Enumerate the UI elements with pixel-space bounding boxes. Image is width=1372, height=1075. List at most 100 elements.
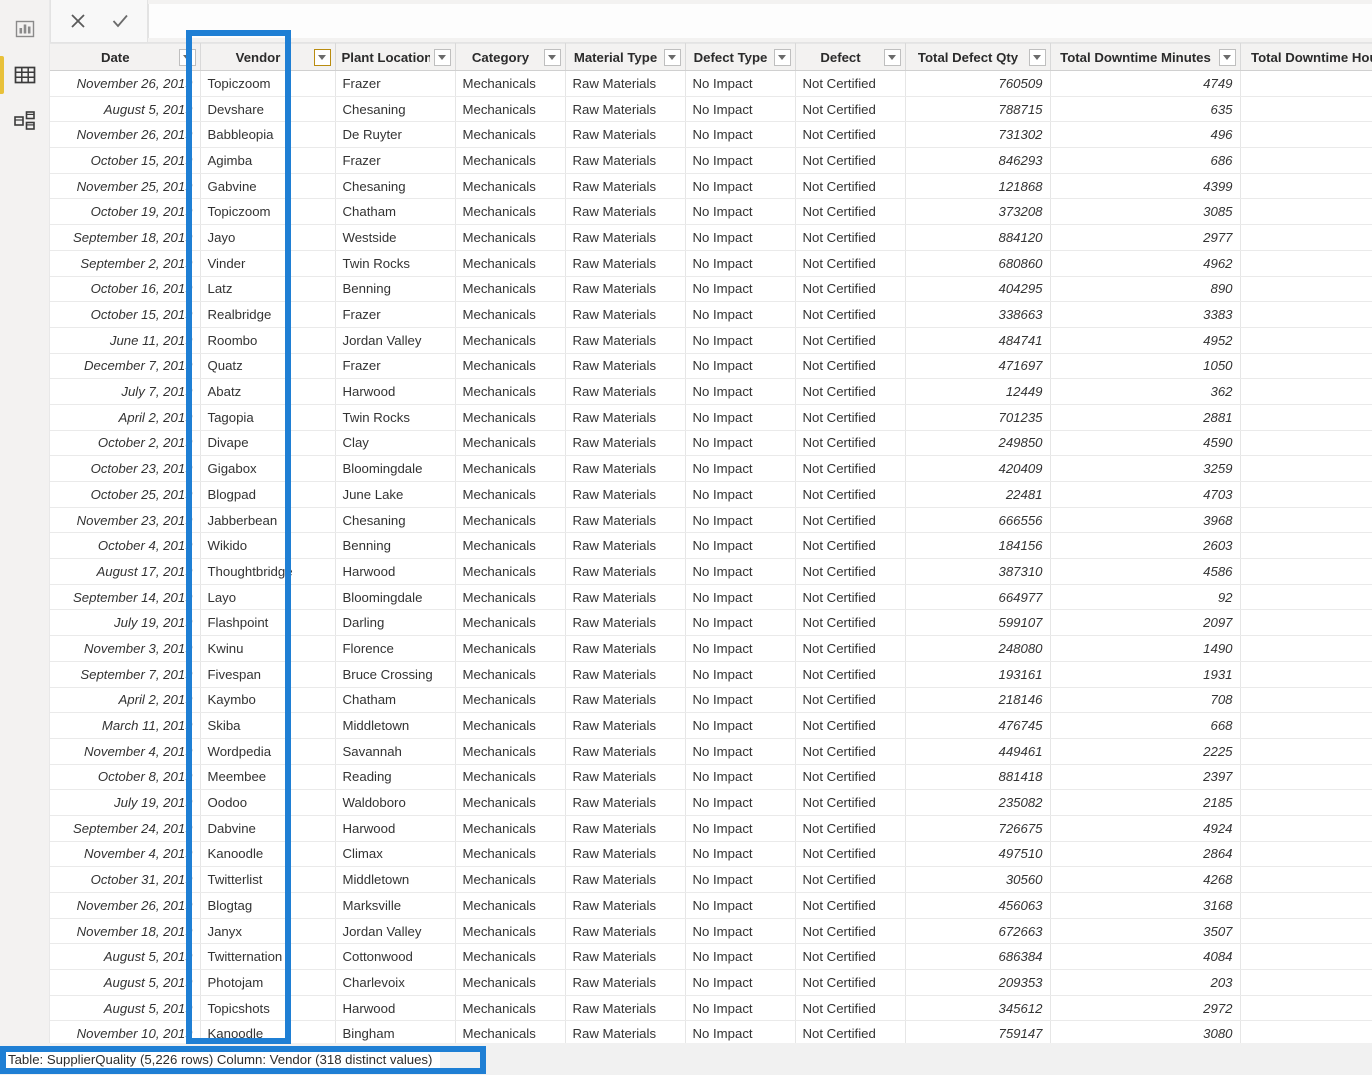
cell-mat[interactable]: Raw Materials [565, 404, 686, 431]
cell-date[interactable]: June 11, 2019 [50, 327, 201, 354]
table-row[interactable]: July 19, 2019 Oodoo Waldoboro Mechanicals Ra… [50, 789, 1372, 816]
cell-plant[interactable]: Frazer [335, 147, 456, 174]
cell-mat[interactable]: Raw Materials [565, 173, 686, 200]
table-row[interactable]: October 15, 2019 Agimba Frazer Mechanicals R… [50, 147, 1372, 174]
cell-vend[interactable]: Latz [200, 276, 336, 303]
cell-date[interactable]: July 7, 2019 [50, 378, 201, 405]
cell-vend[interactable]: Kanoodle [200, 841, 336, 868]
filter-dropdown-plant[interactable] [433, 48, 451, 66]
cell-cat[interactable]: Mechanicals [455, 815, 566, 842]
cell-cat[interactable]: Mechanicals [455, 764, 566, 791]
cell-plant[interactable]: Frazer [335, 301, 456, 328]
cell-plant[interactable]: Westside [335, 224, 456, 251]
cell-vend[interactable]: Layo [200, 584, 336, 611]
sidebar-item-report-view[interactable] [0, 6, 50, 52]
table-row[interactable]: October 15, 2019 Realbridge Frazer Mechanic… [50, 301, 1372, 328]
cell-mat[interactable]: Raw Materials [565, 995, 686, 1022]
cell-hrs[interactable]: 6 [1240, 378, 1372, 405]
cell-def[interactable]: Not Certified [795, 661, 906, 688]
cell-qty[interactable]: 404295 [905, 276, 1051, 303]
cell-dtyp[interactable]: No Impact [685, 507, 796, 534]
table-row[interactable]: April 2, 2019 Kaymbo Chatham Mechanicals Raw… [50, 687, 1372, 714]
cell-plant[interactable]: Bruce Crossing [335, 661, 456, 688]
table-row[interactable]: October 25, 2019 Blogpad June Lake Mechanic… [50, 481, 1372, 508]
cell-def[interactable]: Not Certified [795, 532, 906, 560]
cell-qty[interactable]: 249850 [905, 430, 1051, 457]
cell-mat[interactable]: Raw Materials [565, 70, 686, 97]
column-header-date[interactable]: Date [50, 43, 201, 71]
cell-qty[interactable]: 726675 [905, 815, 1051, 842]
cell-hrs[interactable]: 56 [1240, 301, 1372, 328]
cell-min[interactable]: 3168 [1050, 892, 1241, 919]
cell-date[interactable]: October 2, 2019 [50, 430, 201, 457]
table-row[interactable]: November 4, 2019 Kanoodle Climax Mechanical… [50, 841, 1372, 868]
cell-def[interactable]: Not Certified [795, 301, 906, 328]
cell-qty[interactable]: 760509 [905, 70, 1051, 97]
cell-plant[interactable]: Chatham [335, 198, 456, 226]
cell-hrs[interactable]: 48 [1240, 841, 1372, 868]
table-row[interactable]: August 17, 2019 Thoughtbridge Harwood Mecha… [50, 558, 1372, 585]
cell-mat[interactable]: Raw Materials [565, 532, 686, 560]
cell-dtyp[interactable]: No Impact [685, 121, 796, 149]
cell-cat[interactable]: Mechanicals [455, 918, 566, 945]
cell-cat[interactable]: Mechanicals [455, 841, 566, 868]
cell-cat[interactable]: Mechanicals [455, 532, 566, 560]
cell-cat[interactable]: Mechanicals [455, 378, 566, 405]
column-header-qty[interactable]: Total Defect Qty [905, 43, 1051, 71]
cell-min[interactable]: 1050 [1050, 353, 1241, 380]
filter-dropdown-min[interactable] [1218, 48, 1236, 66]
cell-vend[interactable]: Quatz [200, 353, 336, 380]
table-row[interactable]: October 8, 2019 Meembee Reading Mechanicals… [50, 764, 1372, 791]
cell-plant[interactable]: Chesaning [335, 507, 456, 534]
cell-vend[interactable]: Wikido [200, 532, 336, 560]
cell-qty[interactable]: 193161 [905, 661, 1051, 688]
cell-def[interactable]: Not Certified [795, 764, 906, 791]
cell-vend[interactable]: Abatz [200, 378, 336, 405]
filter-dropdown-mat[interactable] [663, 48, 681, 66]
cell-mat[interactable]: Raw Materials [565, 147, 686, 174]
table-row[interactable]: December 7, 2019 Quatz Frazer Mechanicals Ra… [50, 353, 1372, 380]
cell-dtyp[interactable]: No Impact [685, 892, 796, 919]
cell-dtyp[interactable]: No Impact [685, 532, 796, 560]
table-row[interactable]: November 26, 2019 Babbleopia De Ruyter Mech… [50, 121, 1372, 149]
cell-min[interactable]: 2225 [1050, 738, 1241, 765]
cell-hrs[interactable]: 76 [1240, 430, 1372, 457]
cell-qty[interactable]: 680860 [905, 250, 1051, 277]
cell-dtyp[interactable]: No Impact [685, 276, 796, 303]
cell-def[interactable]: Not Certified [795, 173, 906, 200]
cell-vend[interactable]: Blogtag [200, 892, 336, 919]
table-row[interactable]: July 19, 2019 Flashpoint Darling Mechanical… [50, 609, 1372, 637]
cell-hrs[interactable]: 12 [1240, 687, 1372, 714]
cell-def[interactable]: Not Certified [795, 841, 906, 868]
cell-def[interactable]: Not Certified [795, 96, 906, 123]
cell-dtyp[interactable]: No Impact [685, 224, 796, 251]
cell-date[interactable]: July 19, 2019 [50, 789, 201, 816]
filter-dropdown-dtyp[interactable] [773, 48, 791, 66]
cell-vend[interactable]: Kaymbo [200, 687, 336, 714]
cell-vend[interactable]: Roombo [200, 327, 336, 354]
table-row[interactable]: September 18, 2019 Jayo Westside Mechanical… [50, 224, 1372, 251]
table-row[interactable]: September 2, 2019 Vinder Twin Rocks Mechani… [50, 250, 1372, 277]
cell-date[interactable]: October 4, 2019 [50, 532, 201, 560]
cell-def[interactable]: Not Certified [795, 789, 906, 816]
cell-vend[interactable]: Fivespan [200, 661, 336, 688]
table-row[interactable]: March 11, 2019 Skiba Middletown Mechanicals… [50, 712, 1372, 739]
cell-min[interactable]: 4703 [1050, 481, 1241, 508]
cell-hrs[interactable]: 82 [1240, 815, 1372, 842]
cell-min[interactable]: 1490 [1050, 635, 1241, 662]
cell-vend[interactable]: Twitterlist [200, 866, 336, 893]
cell-dtyp[interactable]: No Impact [685, 173, 796, 200]
cell-min[interactable]: 496 [1050, 121, 1241, 149]
cell-vend[interactable]: Oodoo [200, 789, 336, 816]
cell-date[interactable]: August 5, 2019 [50, 943, 201, 971]
cell-cat[interactable]: Mechanicals [455, 789, 566, 816]
cell-mat[interactable]: Raw Materials [565, 635, 686, 662]
cell-vend[interactable]: Gabvine [200, 173, 336, 200]
cell-qty[interactable]: 373208 [905, 198, 1051, 226]
cell-date[interactable]: August 5, 2019 [50, 969, 201, 996]
table-row[interactable]: November 10, 2019 Kanoodle Bingham Mechanic… [50, 1020, 1372, 1043]
cell-dtyp[interactable]: No Impact [685, 70, 796, 97]
cell-mat[interactable]: Raw Materials [565, 96, 686, 123]
cell-hrs[interactable]: 73 [1240, 173, 1372, 200]
cell-hrs[interactable]: 2 [1240, 584, 1372, 611]
